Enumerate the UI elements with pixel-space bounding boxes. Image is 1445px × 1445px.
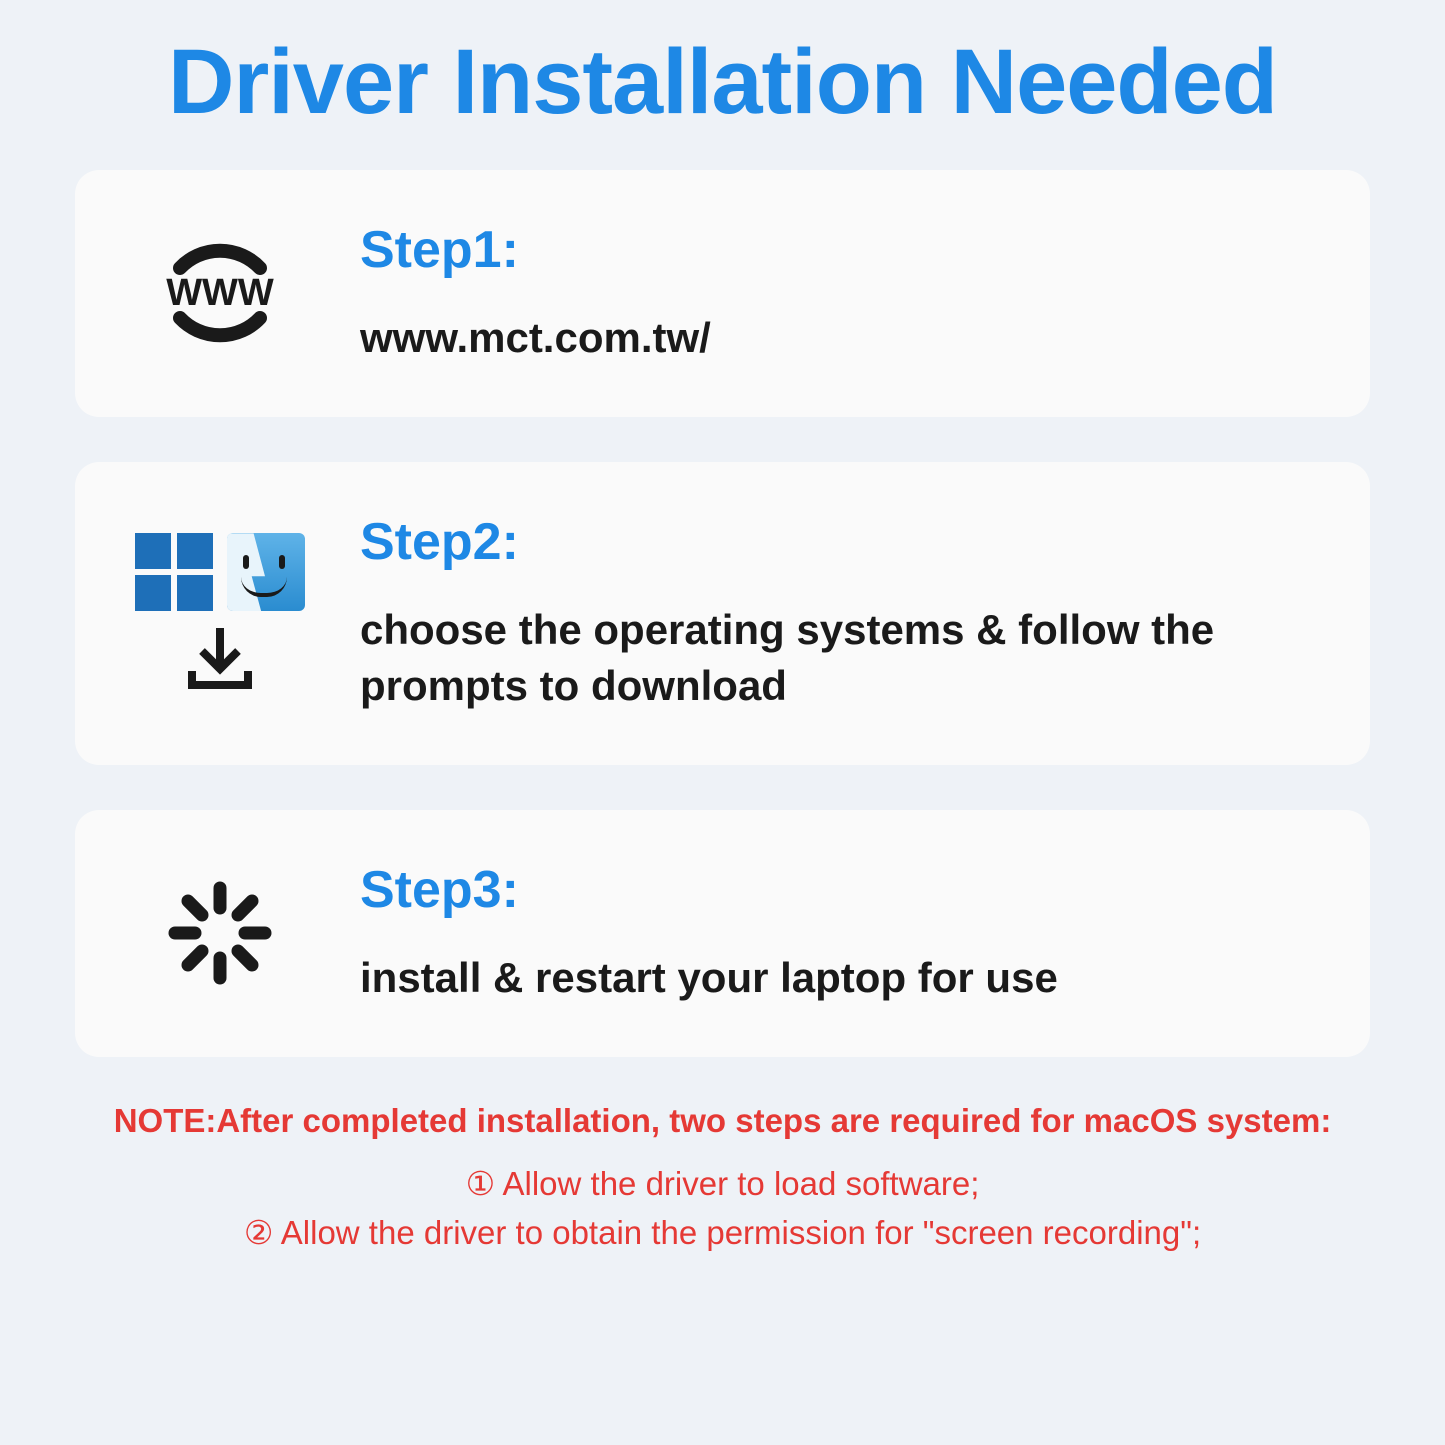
windows-icon xyxy=(135,533,213,611)
www-icon: WWW xyxy=(130,233,310,353)
step-desc: www.mct.com.tw/ xyxy=(360,310,1315,367)
step-card-2: Step2: choose the operating systems & fo… xyxy=(75,462,1370,765)
macos-finder-icon xyxy=(227,533,305,611)
download-icon xyxy=(180,623,260,693)
note-heading: NOTE:After completed installation, two s… xyxy=(75,1102,1370,1140)
note-item-1: ① Allow the driver to load software; xyxy=(75,1164,1370,1203)
step-heading: Step3: xyxy=(360,860,1315,920)
step-desc: install & restart your laptop for use xyxy=(360,950,1315,1007)
os-download-icon xyxy=(130,533,310,693)
step-desc: choose the operating systems & follow th… xyxy=(360,602,1315,715)
step-card-1: WWW Step1: www.mct.com.tw/ xyxy=(75,170,1370,417)
svg-text:WWW: WWW xyxy=(166,272,274,314)
step-card-3: Step3: install & restart your laptop for… xyxy=(75,810,1370,1057)
loading-icon xyxy=(130,868,310,998)
step-heading: Step1: xyxy=(360,220,1315,280)
page-title: Driver Installation Needed xyxy=(75,30,1370,135)
note-item-2: ② Allow the driver to obtain the permiss… xyxy=(75,1213,1370,1252)
step-heading: Step2: xyxy=(360,512,1315,572)
